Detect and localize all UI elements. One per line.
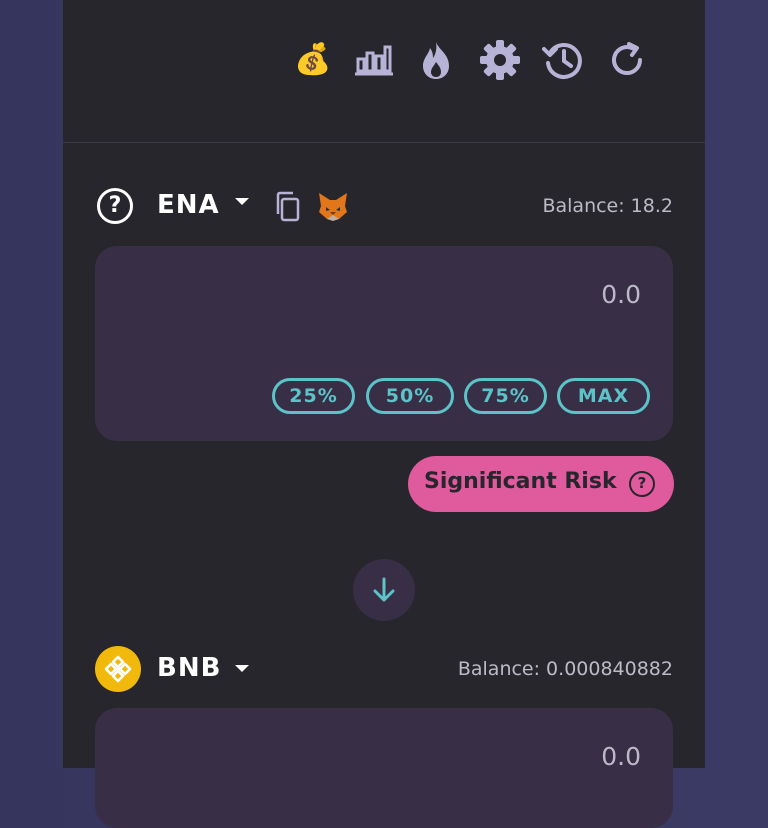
from-token-row: ? ENA Balance: 18.2	[63, 184, 705, 234]
chevron-down-icon[interactable]	[235, 665, 249, 672]
metamask-fox-icon[interactable]	[317, 190, 349, 222]
history-icon[interactable]	[541, 38, 585, 82]
percent-25-button[interactable]: 25%	[272, 378, 355, 414]
gear-icon[interactable]	[478, 38, 522, 82]
refresh-icon[interactable]	[605, 38, 649, 82]
risk-badge[interactable]: Significant Risk ?	[408, 456, 674, 512]
percent-75-button[interactable]: 75%	[464, 378, 547, 414]
flame-icon[interactable]	[414, 38, 458, 82]
risk-help-icon[interactable]: ?	[629, 471, 655, 497]
arrow-down-icon	[373, 577, 395, 602]
to-token-selector[interactable]: BNB	[157, 653, 221, 683]
max-button[interactable]: MAX	[557, 378, 650, 414]
to-balance: Balance: 0.000840882	[457, 658, 673, 680]
to-token-row: BNB Balance: 0.000840882	[63, 646, 705, 696]
token-help-icon[interactable]: ?	[97, 188, 133, 224]
to-amount-box[interactable]: 0.0	[95, 708, 673, 828]
from-token-selector[interactable]: ENA	[157, 190, 220, 220]
from-amount-input[interactable]: 0.0	[601, 280, 641, 309]
risk-label: Significant Risk	[424, 469, 617, 494]
from-balance: Balance: 18.2	[542, 195, 673, 217]
swap-panel: 💰 ? ENA Balance: 18.2 0.0 25% 50% 75% MA…	[63, 0, 705, 828]
chevron-down-icon[interactable]	[235, 198, 249, 205]
bnb-logo-icon	[95, 646, 141, 692]
swap-direction-button[interactable]	[353, 559, 415, 621]
percent-50-button[interactable]: 50%	[366, 378, 454, 414]
to-amount-input[interactable]: 0.0	[601, 742, 641, 771]
from-amount-box[interactable]: 0.0 25% 50% 75% MAX	[95, 246, 673, 441]
money-bag-icon[interactable]: 💰	[291, 38, 335, 82]
copy-icon[interactable]	[273, 190, 303, 224]
chart-icon[interactable]	[352, 38, 396, 82]
toolbar: 💰	[63, 0, 705, 143]
